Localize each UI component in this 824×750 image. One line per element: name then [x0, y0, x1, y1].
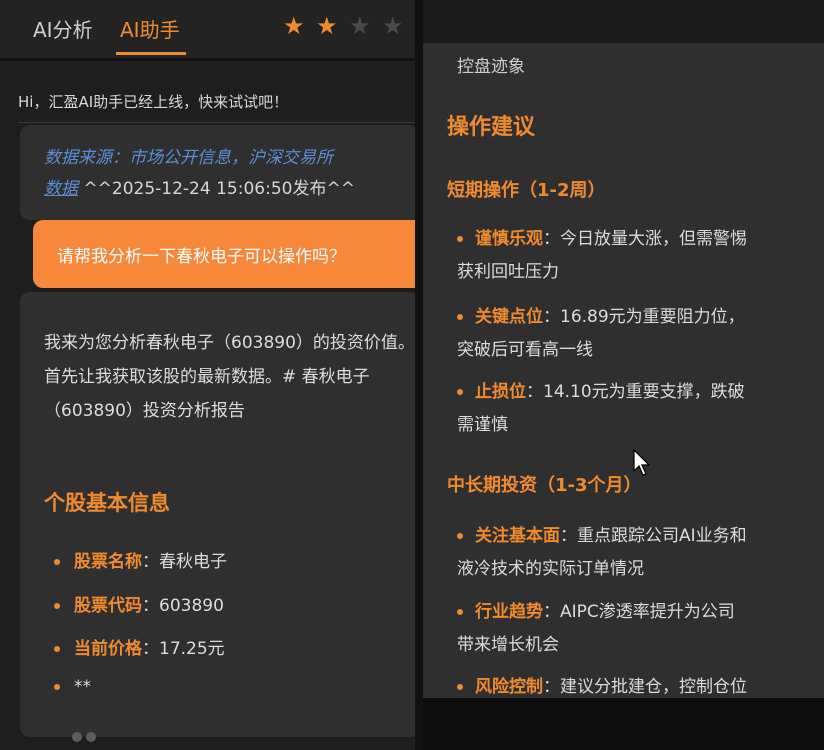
section-heading-operation: 操作建议: [447, 115, 536, 140]
item-value: ：17.25元: [142, 639, 225, 659]
bullet-icon: [457, 389, 463, 395]
star-2-icon[interactable]: ★: [316, 12, 338, 40]
publish-line: 数据 ^^2025-12-24 15:06:50发布^^: [44, 174, 355, 199]
item-label: 股票代码: [74, 596, 142, 616]
tab-bar: AI分析 AI助手 ★ ★ ★ ★: [0, 0, 415, 58]
list-item: 关键点位：16.89元为重要阻力位， 突破后可看高一线: [457, 301, 824, 367]
bullet-icon: [457, 684, 463, 690]
item-text: ：今日放量大涨，但需警惕: [543, 229, 747, 249]
user-message-text: 请帮我分析一下春秋电子可以操作吗？: [57, 247, 346, 267]
bullet-icon: [54, 684, 60, 690]
welcome-text: Hi，汇盈AI助手已经上线，快来试试吧！: [18, 93, 289, 111]
item-text: ：16.89元为重要阻力位，: [543, 307, 745, 327]
list-item: **: [54, 677, 91, 697]
item-label: 止损位: [475, 382, 526, 402]
item-value: ：春秋电子: [142, 552, 227, 572]
window-divider: [415, 0, 423, 750]
typing-indicator-icon: [72, 732, 96, 746]
star-1-icon[interactable]: ★: [283, 12, 305, 40]
item-value: ：603890: [142, 596, 224, 616]
divider: [18, 122, 415, 123]
item-value: **: [74, 677, 91, 697]
list-item: 止损位：14.10元为重要支撑，跌破 需谨慎: [457, 376, 824, 442]
tab-ai-analysis[interactable]: AI分析: [33, 14, 93, 43]
assistant-panel: AI分析 AI助手 ★ ★ ★ ★ Hi，汇盈AI助手已经上线，快来试试吧！ 数…: [0, 0, 415, 750]
data-source-text: 数据来源：市场公开信息，沪深交易所: [44, 148, 333, 168]
item-text-cont: 带来增长机会: [457, 635, 559, 655]
list-item: 关注基本面：重点跟踪公司AI业务和 液冷技术的实际订单情况: [457, 520, 824, 586]
list-item: 谨慎乐观：今日放量大涨，但需警惕 获利回吐压力: [457, 223, 824, 289]
item-text: ：14.10元为重要支撑，跌破: [526, 382, 745, 402]
ai-intro-text: 我来为您分析春秋电子（603890）的投资价值。首先让我获取该股的最新数据。# …: [44, 333, 415, 421]
item-label: 当前价格: [74, 639, 142, 659]
mouse-cursor-icon: [633, 449, 651, 476]
panel-footer: [423, 698, 824, 750]
item-label: 风险控制: [475, 677, 543, 697]
list-item: 股票代码：603890: [54, 591, 224, 616]
ai-response-bubble: 我来为您分析春秋电子（603890）的投资价值。首先让我获取该股的最新数据。# …: [20, 292, 415, 737]
publish-timestamp: ^^2025-12-24 15:06:50发布^^: [83, 179, 355, 199]
list-item: 股票名称：春秋电子: [54, 547, 227, 572]
item-text: ：AIPC渗透率提升为公司: [543, 602, 735, 622]
star-3-icon[interactable]: ★: [349, 12, 371, 40]
item-text: ：建议分批建仓，控制仓位: [543, 677, 747, 697]
bullet-icon: [54, 603, 60, 609]
item-label: 谨慎乐观: [475, 229, 543, 249]
bullet-icon: [457, 609, 463, 615]
item-text-cont: 需谨慎: [457, 415, 508, 435]
star-4-icon[interactable]: ★: [382, 12, 404, 40]
list-item: 行业趋势：AIPC渗透率提升为公司 带来增长机会: [457, 596, 824, 662]
bullet-icon: [54, 646, 60, 652]
list-item: 当前价格：17.25元: [54, 634, 225, 659]
item-label: 关键点位: [475, 307, 543, 327]
active-tab-indicator: [116, 52, 186, 55]
subheading-short-term: 短期操作（1-2周）: [447, 180, 606, 201]
item-label: 股票名称: [74, 552, 142, 572]
bullet-icon: [54, 559, 60, 565]
report-text-top: 控盘迹象: [457, 57, 525, 77]
item-text-cont: 获利回吐压力: [457, 262, 559, 282]
subheading-long-term: 中长期投资（1-3个月）: [447, 475, 642, 496]
item-text-cont: 液冷技术的实际订单情况: [457, 559, 644, 579]
analysis-report-panel: 控盘迹象 操作建议 短期操作（1-2周） 谨慎乐观：今日放量大涨，但需警惕 获利…: [423, 43, 824, 698]
data-source-link[interactable]: 数据: [44, 179, 78, 199]
user-message-bubble: 请帮我分析一下春秋电子可以操作吗？: [33, 220, 415, 288]
item-label: 关注基本面: [475, 526, 560, 546]
bullet-icon: [457, 533, 463, 539]
item-text-cont: 突破后可看高一线: [457, 340, 593, 360]
tab-ai-assistant[interactable]: AI助手: [120, 14, 180, 43]
list-item: 风险控制：建议分批建仓，控制仓位: [457, 671, 824, 698]
previous-ai-message: 数据来源：市场公开信息，沪深交易所 数据 ^^2025-12-24 15:06:…: [20, 125, 415, 220]
section-heading-basic-info: 个股基本信息: [44, 491, 170, 515]
item-label: 行业趋势: [475, 602, 543, 622]
bullet-icon: [457, 314, 463, 320]
bullet-icon: [457, 236, 463, 242]
item-text: ：重点跟踪公司AI业务和: [560, 526, 747, 546]
